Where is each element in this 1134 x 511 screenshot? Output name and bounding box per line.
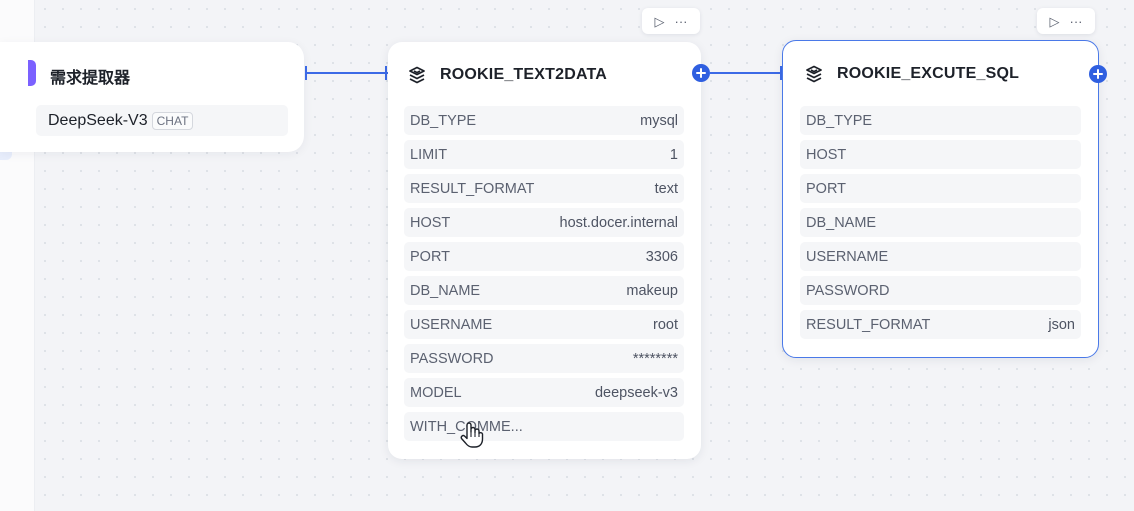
- param-row-password[interactable]: PASSWORD ********: [404, 344, 684, 373]
- play-icon[interactable]: ▷: [655, 15, 665, 28]
- param-value: mysql: [640, 112, 678, 129]
- param-name: MODEL: [410, 384, 462, 401]
- param-value: makeup: [626, 282, 678, 299]
- node-title: ROOKIE_TEXT2DATA: [440, 66, 608, 83]
- database-icon: [409, 66, 425, 84]
- param-name: PASSWORD: [806, 282, 890, 299]
- param-name: USERNAME: [410, 316, 493, 333]
- plus-icon: [696, 68, 706, 78]
- plus-icon: [1093, 69, 1103, 79]
- param-value: 1: [669, 146, 678, 163]
- param-row-limit[interactable]: LIMIT 1: [404, 140, 684, 169]
- param-name: USERNAME: [806, 248, 889, 265]
- play-icon[interactable]: ▷: [1050, 15, 1060, 28]
- param-name: PORT: [410, 248, 451, 265]
- param-name: RESULT_FORMAT: [410, 180, 535, 197]
- node-toolbar: ▷ ···: [642, 8, 700, 34]
- param-row-password[interactable]: PASSWORD: [800, 276, 1081, 305]
- node-toolbar: ▷ ···: [1037, 8, 1095, 34]
- param-value: text: [654, 180, 678, 197]
- node-title: ROOKIE_EXCUTE_SQL: [837, 65, 1020, 82]
- param-name: PORT: [806, 180, 847, 197]
- text2data-node[interactable]: ROOKIE_TEXT2DATA DB_TYPE mysql LIMIT 1 R…: [388, 42, 701, 459]
- edge-end-cap: [385, 66, 387, 80]
- excute-sql-node[interactable]: ROOKIE_EXCUTE_SQL DB_TYPE HOST PORT DB_N…: [782, 40, 1099, 358]
- param-row-username[interactable]: USERNAME: [800, 242, 1081, 271]
- extractor-node[interactable]: 需求提取器 DeepSeek-V3 CHAT: [0, 42, 304, 152]
- param-name: DB_TYPE: [806, 112, 873, 129]
- param-row-model[interactable]: MODEL deepseek-v3: [404, 378, 684, 407]
- node-type-marker: [28, 60, 36, 86]
- param-value: deepseek-v3: [594, 384, 678, 401]
- param-row-result-format[interactable]: RESULT_FORMAT json: [800, 310, 1081, 339]
- hand-cursor-icon: [460, 422, 484, 448]
- param-name: HOST: [806, 146, 847, 163]
- model-type-tag: CHAT: [151, 111, 194, 130]
- param-row-port[interactable]: PORT 3306: [404, 242, 684, 271]
- param-row-username[interactable]: USERNAME root: [404, 310, 684, 339]
- param-value: json: [1048, 316, 1075, 333]
- param-value: host.docer.internal: [559, 214, 679, 231]
- node-header: ROOKIE_TEXT2DATA: [406, 62, 607, 88]
- param-name: RESULT_FORMAT: [806, 316, 931, 333]
- add-output-button[interactable]: [1089, 65, 1107, 83]
- param-name: DB_TYPE: [410, 112, 477, 129]
- param-row-with-comment[interactable]: WITH_COMME...: [404, 412, 684, 441]
- param-name: PASSWORD: [410, 350, 494, 367]
- more-icon[interactable]: ···: [675, 15, 688, 28]
- param-value: 3306: [645, 248, 678, 265]
- model-name: DeepSeek-V3: [48, 111, 148, 129]
- param-name: DB_NAME: [410, 282, 481, 299]
- param-row-db-name[interactable]: DB_NAME: [800, 208, 1081, 237]
- database-icon: [806, 65, 822, 83]
- connection-edge[interactable]: [306, 72, 388, 74]
- param-row-db-name[interactable]: DB_NAME makeup: [404, 276, 684, 305]
- connection-edge[interactable]: [709, 72, 782, 74]
- param-value: root: [653, 316, 678, 333]
- param-row-host[interactable]: HOST host.docer.internal: [404, 208, 684, 237]
- more-icon[interactable]: ···: [1070, 15, 1083, 28]
- extractor-node-title: 需求提取器: [50, 70, 131, 87]
- param-row-db-type[interactable]: DB_TYPE mysql: [404, 106, 684, 135]
- param-row-port[interactable]: PORT: [800, 174, 1081, 203]
- param-row-host[interactable]: HOST: [800, 140, 1081, 169]
- param-name: LIMIT: [410, 146, 448, 163]
- add-output-button[interactable]: [692, 64, 710, 82]
- model-selector[interactable]: DeepSeek-V3 CHAT: [36, 105, 288, 136]
- node-header: ROOKIE_EXCUTE_SQL: [803, 61, 1019, 87]
- param-name: HOST: [410, 214, 451, 231]
- param-value: ********: [632, 350, 678, 367]
- param-row-result-format[interactable]: RESULT_FORMAT text: [404, 174, 684, 203]
- param-name: DB_NAME: [806, 214, 877, 231]
- param-row-db-type[interactable]: DB_TYPE: [800, 106, 1081, 135]
